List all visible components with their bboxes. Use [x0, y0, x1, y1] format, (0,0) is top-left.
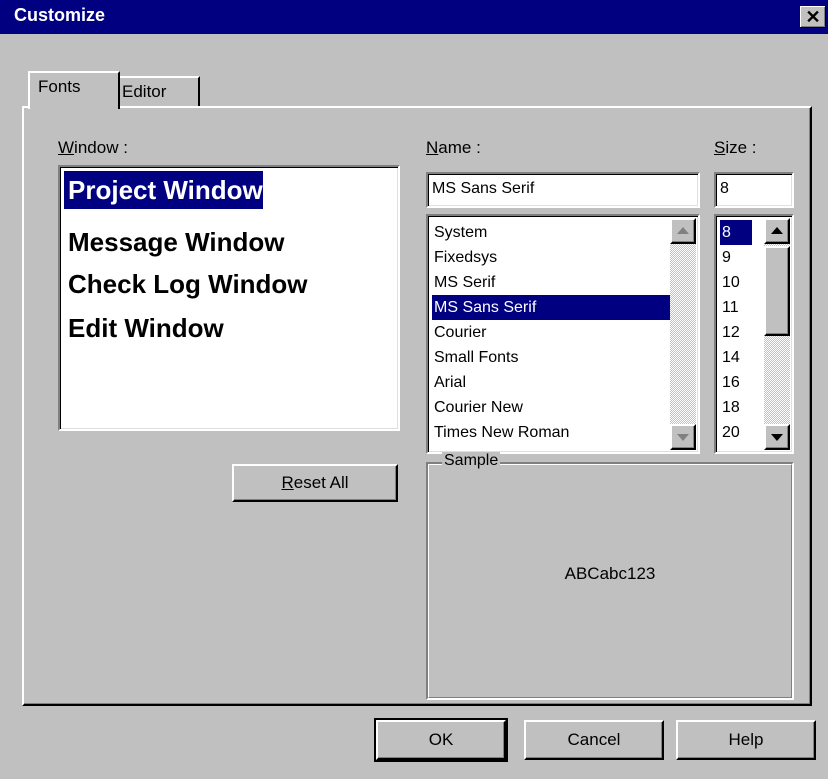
- size-label-accelerator: S: [714, 138, 726, 157]
- reset-all-accelerator: R: [281, 473, 294, 492]
- sample-preview-text: ABCabc123: [564, 564, 656, 583]
- reset-all-label: eset All: [293, 473, 349, 492]
- size-option-14[interactable]: 14: [720, 345, 752, 370]
- close-button[interactable]: ✕: [800, 6, 826, 28]
- size-option-11[interactable]: 11: [720, 295, 752, 320]
- font-list-scrollbar[interactable]: [670, 218, 696, 450]
- window-label-accelerator: W: [58, 138, 75, 157]
- font-option-ms-sans-serif[interactable]: MS Sans Serif: [432, 295, 670, 320]
- window-item-message[interactable]: Message Window: [64, 223, 284, 261]
- name-label-text: ame :: [438, 138, 481, 157]
- size-list-scroll-thumb[interactable]: [764, 246, 790, 336]
- customize-dialog: Customize ✕ Fonts Editor Window : Projec…: [0, 0, 828, 779]
- font-option-times-new-roman[interactable]: Times New Roman: [432, 420, 670, 445]
- size-list-scroll-up-button[interactable]: [764, 218, 790, 244]
- font-option-courier-new[interactable]: Courier New: [432, 395, 670, 420]
- window-list[interactable]: Project Window Message Window Check Log …: [58, 165, 400, 431]
- font-list-scroll-down-button[interactable]: [670, 424, 696, 450]
- size-option-16[interactable]: 16: [720, 370, 752, 395]
- size-list-scroll-down-button[interactable]: [764, 424, 790, 450]
- ok-button[interactable]: OK: [374, 718, 508, 762]
- font-option-system[interactable]: System: [432, 220, 670, 245]
- size-option-20[interactable]: 20: [720, 420, 752, 445]
- arrow-up-icon: [677, 227, 689, 234]
- font-option-ms-serif[interactable]: MS Serif: [432, 270, 670, 295]
- font-option-small-fonts[interactable]: Small Fonts: [432, 345, 670, 370]
- font-size-input[interactable]: 8: [714, 172, 794, 208]
- font-option-arial[interactable]: Arial: [432, 370, 670, 395]
- name-label: Name :: [426, 138, 481, 158]
- tab-fonts[interactable]: Fonts: [28, 71, 120, 109]
- size-label: Size :: [714, 138, 757, 158]
- font-size-list[interactable]: 8 9 10 11 12 14 16 18 20: [714, 214, 794, 454]
- cancel-button[interactable]: Cancel: [524, 720, 664, 760]
- size-option-9[interactable]: 9: [720, 245, 752, 270]
- font-option-courier[interactable]: Courier: [432, 320, 670, 345]
- title-bar: Customize ✕: [0, 0, 828, 34]
- size-list-scrollbar[interactable]: [764, 218, 790, 450]
- window-item-check-log[interactable]: Check Log Window: [64, 265, 308, 303]
- help-button[interactable]: Help: [676, 720, 816, 760]
- font-list-scroll-up-button[interactable]: [670, 218, 696, 244]
- size-label-text: ize :: [725, 138, 757, 157]
- size-option-18[interactable]: 18: [720, 395, 752, 420]
- window-title: Customize: [14, 5, 106, 25]
- font-name-list[interactable]: System Fixedsys MS Serif MS Sans Serif C…: [426, 214, 700, 454]
- close-icon: ✕: [805, 7, 821, 27]
- window-label: Window :: [58, 138, 128, 158]
- sample-group-label: Sample: [442, 452, 501, 470]
- font-option-fixedsys[interactable]: Fixedsys: [432, 245, 670, 270]
- size-option-8[interactable]: 8: [720, 220, 752, 245]
- sample-group: Sample ABCabc123: [426, 452, 794, 700]
- window-label-text: indow :: [74, 138, 128, 157]
- font-name-input[interactable]: MS Sans Serif: [426, 172, 700, 208]
- arrow-down-icon: [771, 434, 783, 441]
- arrow-up-icon: [771, 227, 783, 234]
- arrow-down-icon: [677, 434, 689, 441]
- tab-editor[interactable]: Editor: [112, 76, 200, 106]
- window-item-project[interactable]: Project Window: [64, 171, 263, 209]
- name-label-accelerator: N: [426, 138, 439, 157]
- reset-all-button[interactable]: Reset All: [232, 464, 398, 502]
- size-option-12[interactable]: 12: [720, 320, 752, 345]
- size-option-10[interactable]: 10: [720, 270, 752, 295]
- window-item-edit[interactable]: Edit Window: [64, 309, 224, 347]
